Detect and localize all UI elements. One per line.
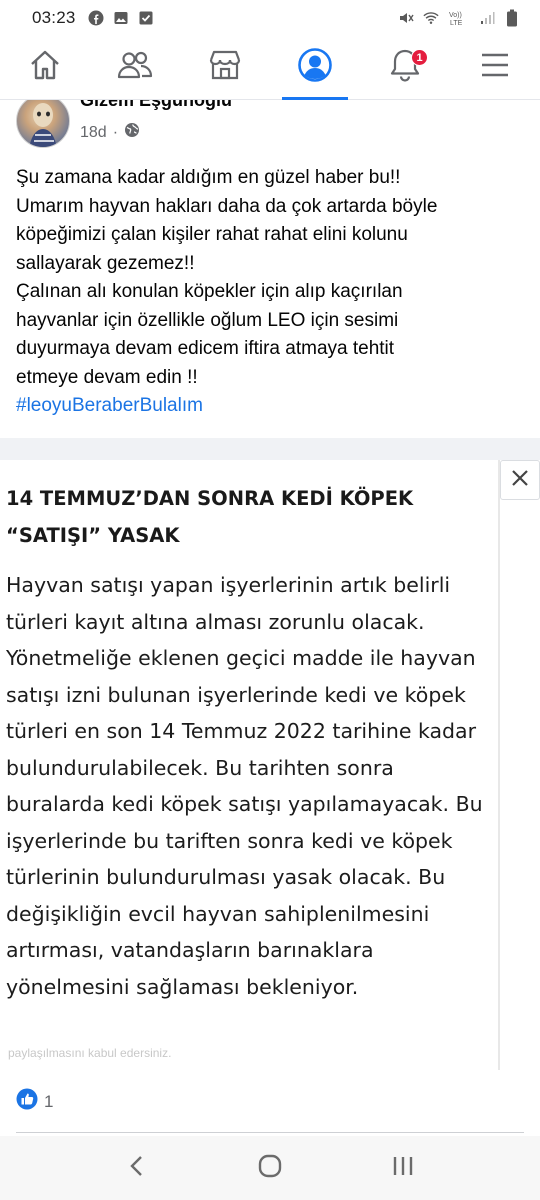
status-bar: 03:23 Vo)) LTE [0,0,540,36]
nav-marketplace[interactable] [180,36,270,99]
marketplace-icon [207,48,243,87]
article-body-line: türleri kayıt altına alması zorunlu olac… [6,609,425,634]
avatar[interactable] [16,100,70,148]
back-icon [127,1154,147,1183]
post-text-line: duyurmaya devam edicem iftira atmaya teh… [16,338,395,359]
mute-icon [398,10,414,26]
nav-notifications[interactable]: 1 [360,36,450,99]
post-text-line: köpeğimizi çalan kişiler rahat rahat eli… [16,224,408,245]
friends-icon [117,48,153,87]
svg-text:LTE: LTE [450,20,463,26]
notification-badge: 1 [411,49,428,66]
article-body-line: türlerinin bulundurulması yasak olacak. … [6,865,446,889]
article-body: Hayvan satışı yapan işyerlerinin artık b… [6,567,506,1005]
post-text-line: Çalınan alı konulan köpekler için alıp k… [16,281,403,302]
svg-text:Vo)): Vo)) [449,12,462,19]
home-button[interactable] [240,1143,300,1193]
gallery-icon [113,10,129,26]
nav-home[interactable] [0,36,90,99]
meta-separator: · [112,123,119,141]
article-body-line: türleri en son 14 Temmuz 2022 tarihine k… [6,719,477,743]
profile-icon [297,47,333,88]
article-title: 14 TEMMUZ’DAN SONRA KEDİ KÖPEK “SATIŞI” … [6,480,476,554]
post-text-line: sallayarak gezemez!! [16,252,195,274]
download-check-icon [138,10,154,26]
article-body-line: yönelmesini sağlaması bekleniyor. [6,974,359,999]
article-body-line: satışı izni bulunan işyerlerinde kedi ve… [6,682,466,707]
article-body-line: değişikliğin evcil hayvan sahiplenilmesi… [6,901,430,926]
post-time[interactable]: 18d [80,124,107,142]
article-body-line: Hayvan satışı yapan işyerlerinin artık b… [6,573,451,597]
post-text-line: hayvanlar için özellikle oğlum LEO için … [16,309,399,331]
post-meta: 18d · [80,122,140,143]
nav-friends[interactable] [90,36,180,99]
post-text: Şu zamana kadar aldığım en güzel haber b… [16,164,526,421]
post-text-line: Şu zamana kadar aldığım en güzel haber b… [16,167,401,188]
like-icon [16,1088,38,1115]
post-header: Gizem Eşgünoğlu 18d · ••• [0,100,540,152]
status-time: 03:23 [32,8,76,27]
article-title-line: “SATIŞI” YASAK [6,524,180,547]
wifi-icon [423,10,439,26]
article-body-line: buralarda kedi köpek satışı yapılamayaca… [6,792,483,816]
menu-icon [480,52,510,83]
like-count: 1 [44,1091,54,1111]
globe-icon[interactable] [124,122,140,143]
top-nav-bar: 1 [0,36,540,100]
section-divider [0,438,540,460]
article-body-line: işyerlerinde bu tariften sonra kedi ve k… [6,828,453,853]
nav-menu[interactable] [450,36,540,99]
article-body-line: Yönetmeliğe eklenen geçici madde ile hay… [6,646,476,670]
reactions-divider [16,1132,524,1133]
home-icon [28,48,62,87]
signal-icon [479,10,495,26]
faded-footer-text: paylaşılmasını kabul edersiniz. [8,1046,172,1060]
reactions-summary[interactable]: 1 [16,1088,53,1115]
post-author-name[interactable]: Gizem Eşgünoğlu [80,100,232,111]
android-nav-bar [0,1136,540,1200]
recents-icon [391,1155,415,1182]
home-circle-icon [257,1153,283,1184]
volte-icon: Vo)) LTE [448,10,470,26]
post-image[interactable]: 14 TEMMUZ’DAN SONRA KEDİ KÖPEK “SATIŞI” … [0,460,540,1070]
facebook-icon [88,10,104,26]
nav-profile[interactable] [270,36,360,100]
battery-icon [504,9,520,27]
hashtag-link[interactable]: #leoyuBeraberBulalım [16,392,526,421]
article-body-line: artırması, vatandaşların barınaklara [6,938,374,962]
back-button[interactable] [107,1143,167,1193]
more-options-icon[interactable]: ••• [496,100,520,109]
article-title-line: 14 TEMMUZ’DAN SONRA KEDİ KÖPEK [6,487,414,510]
post-text-line: etmeye devam edin !! [16,366,198,388]
close-icon [510,468,530,493]
article-body-line: bulundurulabilecek. Bu tarihten sonra [6,755,394,780]
close-button[interactable] [500,460,540,500]
post-text-line: Umarım hayvan hakları daha da çok artard… [16,195,438,217]
recents-button[interactable] [373,1143,433,1193]
